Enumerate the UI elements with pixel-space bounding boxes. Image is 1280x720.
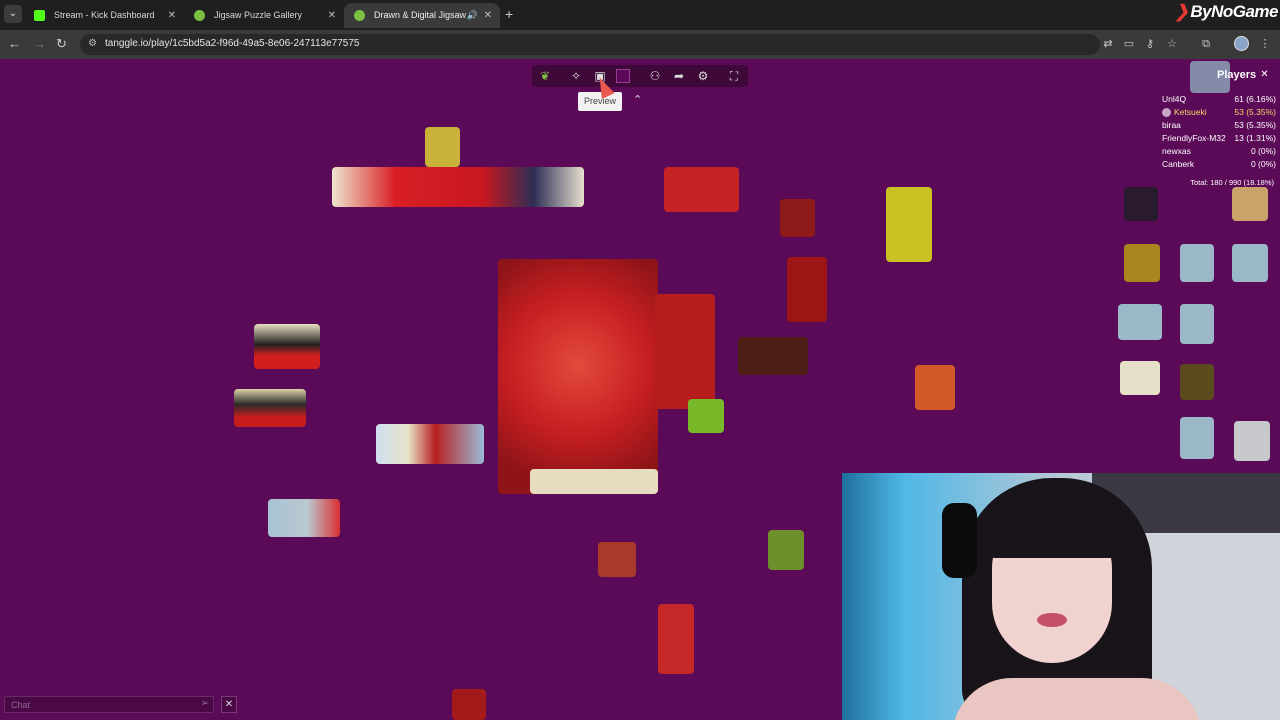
audio-playing-icon[interactable]: 🔊 <box>467 3 478 28</box>
address-bar[interactable]: ⚙ tanggle.io/play/1c5bd5a2-f96d-49a5-8e0… <box>80 34 1100 55</box>
browser-toolbar: ← → ↻ ⚙ tanggle.io/play/1c5bd5a2-f96d-49… <box>0 30 1280 59</box>
translate-icon[interactable]: ⇄ <box>1102 38 1114 50</box>
puzzle-piece-group-flower[interactable] <box>498 259 658 494</box>
expand-chat-icon[interactable]: ✕ <box>221 696 237 713</box>
close-tab-icon[interactable]: ✕ <box>484 3 492 28</box>
streamer-lips <box>1037 613 1067 627</box>
tab-title: Drawn & Digital Jigsaw <box>374 10 467 20</box>
close-tab-icon[interactable]: ✕ <box>168 3 176 28</box>
puzzle-piece-group[interactable] <box>655 294 715 409</box>
player-row: FriendlyFox-M32 13 (1.31%) <box>1162 133 1276 143</box>
tab-title: Stream - Kick Dashboard <box>54 10 155 20</box>
tray-piece[interactable] <box>1180 364 1214 400</box>
profile-avatar[interactable] <box>1234 36 1249 51</box>
close-players-icon[interactable]: ✕ <box>1258 68 1271 81</box>
back-icon[interactable]: ← <box>8 37 21 51</box>
tray-piece[interactable] <box>1120 361 1160 395</box>
site-info-icon[interactable]: ⚙ <box>88 38 97 49</box>
puzzle-piece-group[interactable] <box>658 604 694 674</box>
total-progress: Total: 180 / 990 (18.18%) <box>1190 178 1274 187</box>
puzzle-piece-group[interactable] <box>664 167 739 212</box>
tray-piece[interactable] <box>1124 244 1160 282</box>
cast-icon[interactable]: ▭ <box>1123 38 1135 50</box>
tab-drawn-digital-jigsaw[interactable]: Drawn & Digital Jigsaw 🔊 ✕ <box>344 3 500 28</box>
tray-piece[interactable] <box>1180 244 1214 282</box>
puzzle-piece[interactable] <box>452 689 486 720</box>
tray-piece[interactable] <box>1124 187 1158 221</box>
players-panel-title: Players <box>1217 69 1257 81</box>
game-toolbar: ❦ ✧ ▣ ⚇ ➦ ⚙ ⛶ <box>532 65 748 87</box>
reload-icon[interactable]: ↻ <box>56 37 67 51</box>
webcam-overlay <box>842 473 1280 720</box>
color-swatch-icon[interactable] <box>616 69 630 83</box>
players-icon[interactable]: ⚇ <box>647 68 663 84</box>
puzzle-piece-group[interactable] <box>376 424 484 464</box>
collapse-toolbar-icon[interactable]: ⌃ <box>633 93 642 106</box>
puzzle-piece-group[interactable] <box>787 257 827 322</box>
puzzle-piece-group[interactable] <box>234 389 306 427</box>
browser-tab-bar: ⌄ Stream - Kick Dashboard ✕ Jigsaw Puzzl… <box>0 0 1280 30</box>
puzzle-piece[interactable] <box>688 399 724 433</box>
puzzle-piece-group[interactable] <box>886 187 932 262</box>
puzzle-piece[interactable] <box>780 199 815 237</box>
tanggle-favicon-icon <box>194 10 205 21</box>
new-tab-button[interactable]: + <box>505 6 513 22</box>
puzzle-piece-group[interactable] <box>254 324 320 369</box>
share-icon[interactable]: ➦ <box>671 68 687 84</box>
menu-kebab-icon[interactable]: ⋮ <box>1259 38 1271 50</box>
tab-list-chevron-icon[interactable]: ⌄ <box>4 5 22 23</box>
bookmark-star-icon[interactable]: ☆ <box>1166 38 1178 50</box>
puzzle-piece[interactable] <box>768 530 804 570</box>
tab-jigsaw-gallery[interactable]: Jigsaw Puzzle Gallery ✕ <box>184 3 344 28</box>
player-row: biraa 53 (5.35%) <box>1162 120 1276 130</box>
url-text: tanggle.io/play/1c5bd5a2-f96d-49a5-8e06-… <box>105 38 360 49</box>
extensions-icon[interactable]: ⧉ <box>1200 38 1212 50</box>
puzzle-piece[interactable] <box>425 127 460 167</box>
close-tab-icon[interactable]: ✕ <box>328 3 336 28</box>
password-key-icon[interactable]: ⚷ <box>1144 38 1156 50</box>
tray-piece[interactable] <box>1234 421 1270 461</box>
send-icon[interactable]: ➢ <box>201 698 209 709</box>
puzzle-outline-icon[interactable]: ✧ <box>568 68 584 84</box>
fullscreen-icon[interactable]: ⛶ <box>726 68 742 84</box>
tray-piece[interactable] <box>1232 187 1268 221</box>
tanggle-favicon-icon <box>354 10 365 21</box>
tab-title: Jigsaw Puzzle Gallery <box>214 10 303 20</box>
puzzle-piece-group[interactable] <box>332 167 584 207</box>
screen: ⌄ Stream - Kick Dashboard ✕ Jigsaw Puzzl… <box>0 0 1280 720</box>
settings-icon[interactable]: ⚙ <box>695 68 711 84</box>
tray-piece[interactable] <box>1232 244 1268 282</box>
forward-icon[interactable]: → <box>33 37 46 51</box>
streamer-bangs <box>987 503 1122 558</box>
leaf-icon[interactable]: ❦ <box>537 68 553 84</box>
player-row: newxas 0 (0%) <box>1162 146 1276 156</box>
player-row: Ketsueki 53 (5.35%) <box>1162 107 1276 119</box>
headset <box>942 503 977 578</box>
kick-favicon-icon <box>34 10 45 21</box>
puzzle-piece[interactable] <box>598 542 636 577</box>
stream-brand-logo: ❯ ByNoGame <box>1174 2 1279 21</box>
tray-piece[interactable] <box>1180 304 1214 344</box>
tab-kick-dashboard[interactable]: Stream - Kick Dashboard ✕ <box>24 3 184 28</box>
puzzle-piece[interactable] <box>915 365 955 410</box>
player-row: Canberk 0 (0%) <box>1162 159 1276 169</box>
player-avatar <box>1162 108 1171 117</box>
player-row: Unl4Q 61 (6.16%) <box>1162 94 1276 104</box>
tray-piece[interactable] <box>1180 417 1214 459</box>
chat-box: ➢ <box>4 696 214 713</box>
streamer-shoulders <box>952 678 1202 720</box>
puzzle-piece-group[interactable] <box>738 337 808 375</box>
puzzle-piece-group[interactable] <box>530 469 658 494</box>
tray-piece[interactable] <box>1118 304 1162 340</box>
chat-input[interactable] <box>11 699 191 711</box>
puzzle-piece-group[interactable] <box>268 499 340 537</box>
